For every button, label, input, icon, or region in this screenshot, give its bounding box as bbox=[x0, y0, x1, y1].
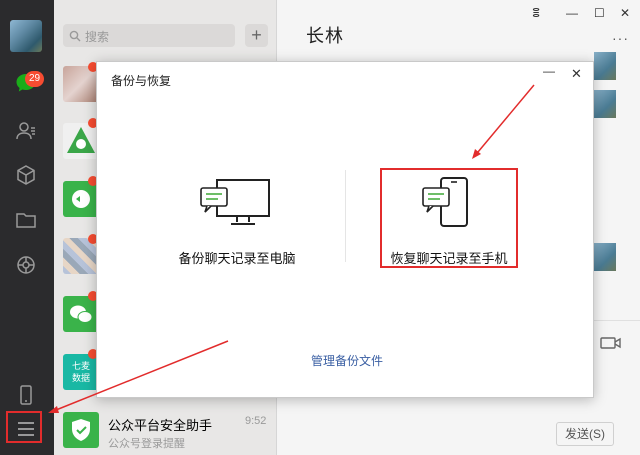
arrow-to-menu bbox=[55, 340, 229, 411]
arrowhead bbox=[48, 406, 59, 413]
arrow-to-restore bbox=[477, 84, 535, 153]
annotation-arrows bbox=[48, 84, 535, 413]
